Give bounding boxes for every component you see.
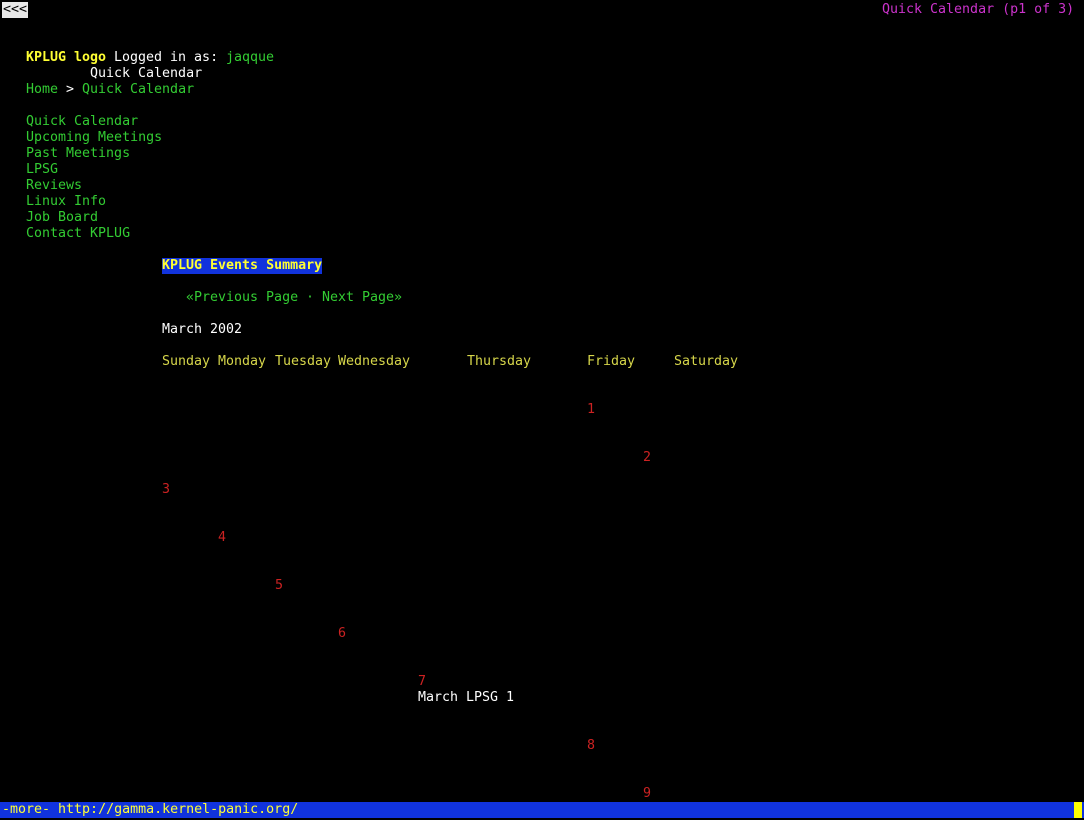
day-number: 2 bbox=[643, 450, 652, 465]
weekday-sunday: Sunday bbox=[162, 354, 211, 369]
text-cursor bbox=[1074, 802, 1082, 818]
nav-item-upcoming-meetings[interactable]: Upcoming Meetings bbox=[26, 130, 162, 146]
day-number: 1 bbox=[587, 402, 596, 417]
page-link-separator: · bbox=[306, 290, 315, 305]
nav-item-quick-calendar[interactable]: Quick Calendar bbox=[26, 114, 138, 130]
events-summary-title[interactable]: KPLUG Events Summary bbox=[162, 258, 323, 274]
day-number: 9 bbox=[643, 786, 652, 801]
weekday-monday: Monday bbox=[218, 354, 267, 369]
status-bar: -more- http://gamma.kernel-panic.org/ bbox=[0, 802, 1084, 818]
day-number: 5 bbox=[275, 578, 284, 593]
username-link[interactable]: jaqque bbox=[226, 50, 274, 66]
breadcrumb-separator: > bbox=[66, 82, 75, 97]
nav-item-contact-kplug[interactable]: Contact KPLUG bbox=[26, 226, 130, 242]
logged-in-label: Logged in as: bbox=[114, 50, 219, 65]
breadcrumb-current[interactable]: Quick Calendar bbox=[82, 82, 194, 98]
day-number: 3 bbox=[162, 482, 171, 497]
nav-item-linux-info[interactable]: Linux Info bbox=[26, 194, 106, 210]
day-number: 4 bbox=[218, 530, 227, 545]
back-button[interactable]: <<< bbox=[2, 2, 29, 18]
breadcrumb-home[interactable]: Home bbox=[26, 82, 58, 98]
weekday-tuesday: Tuesday bbox=[275, 354, 332, 369]
day-number: 7 bbox=[418, 674, 427, 689]
kplug-logo[interactable]: KPLUG logo bbox=[26, 50, 106, 66]
day-number: 8 bbox=[587, 738, 596, 753]
next-page-link[interactable]: Next Page» bbox=[322, 290, 402, 306]
weekday-saturday: Saturday bbox=[674, 354, 739, 369]
status-bar-text: -more- http://gamma.kernel-panic.org/ bbox=[2, 802, 299, 817]
nav-item-lpsg[interactable]: LPSG bbox=[26, 162, 58, 178]
nav-item-past-meetings[interactable]: Past Meetings bbox=[26, 146, 130, 162]
page-subtitle: Quick Calendar bbox=[90, 66, 203, 81]
weekday-thursday: Thursday bbox=[467, 354, 532, 369]
calendar-event[interactable]: March LPSG 1 bbox=[418, 690, 514, 706]
nav-item-job-board[interactable]: Job Board bbox=[26, 210, 98, 226]
weekday-wednesday: Wednesday bbox=[338, 354, 411, 369]
weekday-friday: Friday bbox=[587, 354, 636, 369]
page-status: Quick Calendar (p1 of 3) bbox=[882, 2, 1075, 17]
calendar-month-title: March 2002 bbox=[162, 322, 243, 337]
day-number: 6 bbox=[338, 626, 347, 641]
previous-page-link[interactable]: «Previous Page bbox=[186, 290, 298, 306]
nav-item-reviews[interactable]: Reviews bbox=[26, 178, 82, 194]
